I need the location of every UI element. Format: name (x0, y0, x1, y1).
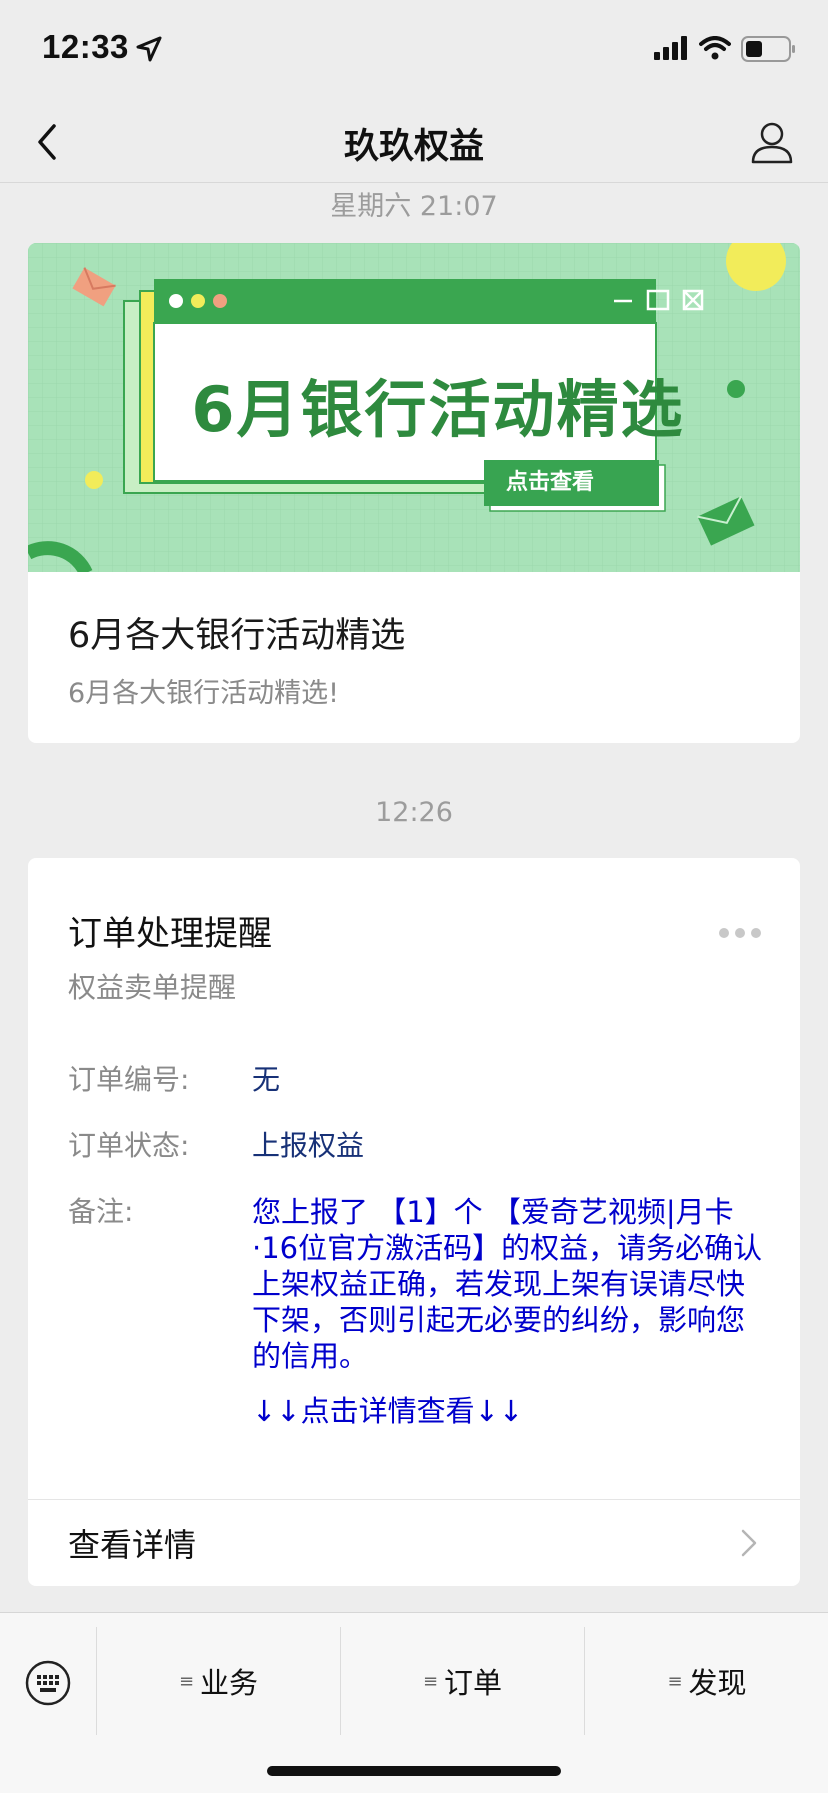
order-status-value: 上报权益 (252, 1129, 365, 1162)
order-card-title: 订单处理提醒 (68, 914, 272, 954)
remark-detail-link[interactable]: ↓↓点击详情查看↓↓ (252, 1388, 523, 1430)
banner-headline: 6月银行活动精选 (191, 373, 685, 446)
menu-item-label: 业务 (200, 1666, 259, 1700)
menu-item-discover[interactable]: ≡ 发现 (584, 1627, 828, 1735)
cellular-signal-icon (654, 36, 687, 60)
chevron-right-icon (741, 1529, 757, 1557)
menu-item-business[interactable]: ≡ 业务 (96, 1627, 340, 1735)
order-number-value: 无 (252, 1063, 281, 1096)
article-title: 6月各大银行活动精选 (68, 616, 406, 656)
status-bar: 12:33 (0, 0, 828, 100)
order-card-subtitle: 权益卖单提醒 (68, 971, 237, 1004)
keyboard-icon (25, 1660, 71, 1706)
view-details-row[interactable]: 查看详情 (28, 1500, 800, 1586)
order-number-label: 订单编号: (68, 1063, 190, 1096)
order-timestamp: 12:26 (375, 797, 453, 828)
remark-text: 您上报了 【1】个 【爱奇艺视频|月卡·16位官方激活码】的权益，请务必确认上架… (252, 1195, 763, 1373)
status-time: 12:33 (42, 28, 129, 65)
home-indicator[interactable] (267, 1766, 561, 1776)
article-timestamp: 星期六 21:07 (330, 191, 498, 222)
location-arrow-icon (136, 36, 162, 62)
view-details-label: 查看详情 (68, 1526, 197, 1564)
menu-lines-icon: ≡ (178, 1670, 195, 1692)
keyboard-toggle-button[interactable] (0, 1627, 96, 1735)
wifi-icon (699, 36, 731, 60)
battery-icon (741, 36, 795, 62)
article-banner[interactable]: 6月银行活动精选 点击查看 (28, 243, 800, 572)
nav-bar: 玖玖权益 (0, 100, 828, 183)
more-options-icon[interactable] (718, 926, 762, 940)
menu-item-orders[interactable]: ≡ 订单 (340, 1627, 584, 1735)
menu-item-label: 订单 (444, 1666, 503, 1700)
article-description: 6月各大银行活动精选! (68, 678, 340, 709)
remark-label: 备注: (68, 1195, 134, 1228)
order-status-label: 订单状态: (68, 1129, 190, 1162)
banner-view-button[interactable]: 点击查看 (484, 460, 659, 506)
menu-lines-icon: ≡ (422, 1670, 439, 1692)
profile-person-icon[interactable] (748, 118, 796, 166)
page-title: 玖玖权益 (343, 127, 484, 167)
menu-lines-icon: ≡ (667, 1670, 683, 1692)
article-card[interactable]: 6月银行活动精选 点击查看 6月各大银行活动精选 6月各大银行活动精选! (28, 243, 800, 743)
order-reminder-card[interactable]: 订单处理提醒 权益卖单提醒 订单编号: 无 订单状态: 上报权益 备注: 您上报… (28, 858, 800, 1586)
menu-item-label: 发现 (688, 1666, 747, 1700)
